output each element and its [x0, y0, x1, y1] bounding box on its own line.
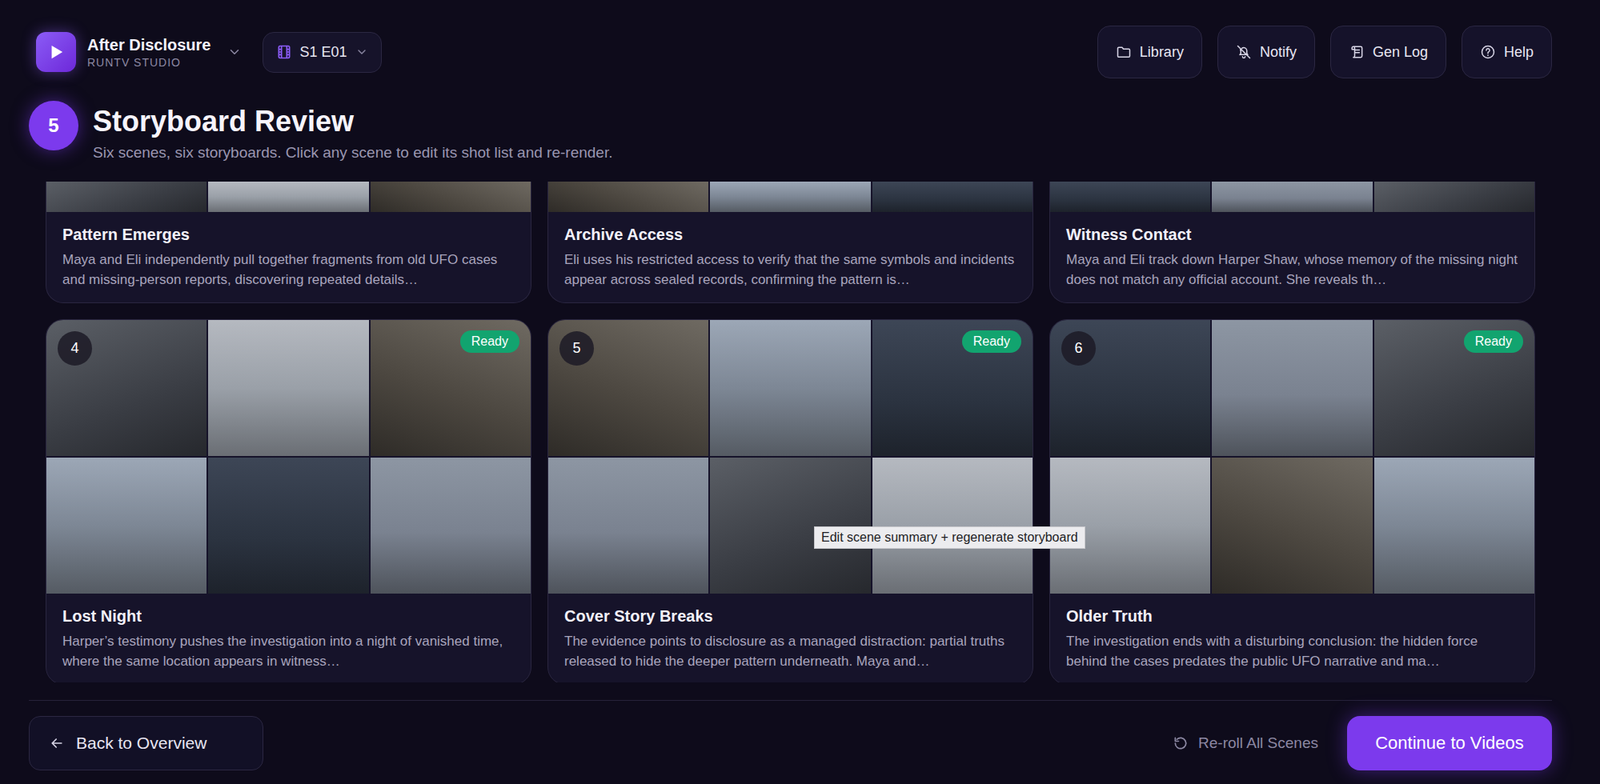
folder-icon — [1115, 44, 1132, 61]
toolbar-button-label: Library — [1139, 44, 1184, 61]
storyboard-grid: 5 Ready — [548, 320, 1033, 594]
scene-title: Witness Contact — [1066, 224, 1519, 245]
reroll-button[interactable]: Re-roll All Scenes — [1167, 733, 1324, 754]
step-badge: 5 — [28, 100, 79, 151]
toolbar-button[interactable]: Library — [1097, 25, 1203, 79]
scene-title: Older Truth — [1066, 606, 1519, 626]
project-switcher[interactable]: After DisclosureRUNTV STUDIO — [36, 32, 242, 73]
storyboard-frame — [709, 320, 871, 457]
toolbar-button[interactable]: Gen Log — [1330, 25, 1447, 79]
scene-list[interactable]: Pattern Emerges Maya and Eli independentl… — [45, 181, 1536, 683]
storyboard-frame — [46, 181, 207, 213]
storyboard-frame — [548, 181, 709, 213]
toolbar-button-label: Gen Log — [1372, 44, 1428, 61]
storyboard-frame — [1374, 457, 1535, 594]
scene-card[interactable]: 5 Ready Cover Story Breaks The evidence poi… — [547, 319, 1034, 683]
storyboard-frame — [1050, 181, 1211, 213]
storyboard-frame — [370, 457, 531, 594]
storyboard-frame — [872, 457, 1033, 594]
scene-card[interactable]: Archive Access Eli uses his restricted ac… — [547, 181, 1034, 304]
back-button[interactable]: Back to Overview — [28, 716, 264, 771]
page-subtitle: Six scenes, six storyboards. Click any s… — [92, 143, 613, 164]
storyboard-strip — [1050, 181, 1535, 213]
status-badge: Ready — [460, 330, 520, 353]
episode-selector[interactable]: S1 E01 — [262, 32, 382, 73]
toolbar-button[interactable]: Help — [1461, 25, 1552, 79]
storyboard-frame — [1374, 181, 1535, 213]
storyboard-frame — [208, 181, 369, 213]
scene-summary: Harper’s testimony pushes the investigat… — [62, 632, 515, 672]
scene-title: Lost Night — [62, 606, 515, 626]
toolbar: Library Notify Gen Log Help — [1097, 25, 1552, 79]
scene-summary: Maya and Eli independently pull together… — [62, 250, 515, 290]
project-title: After Disclosure — [87, 36, 212, 55]
storyboard-frame — [872, 181, 1033, 213]
scroll-log-icon — [1348, 44, 1365, 61]
storyboard-frame — [1211, 320, 1372, 457]
scene-summary: Eli uses his restricted access to verify… — [564, 250, 1017, 290]
storyboard-frame — [1050, 457, 1211, 594]
step-heading: 5 Storyboard Review Six scenes, six storyb… — [28, 100, 1600, 164]
chevron-down-icon — [355, 45, 369, 59]
storyboard-frame — [370, 181, 531, 213]
scene-card[interactable]: 6 Ready Older Truth The investigation ends … — [1049, 319, 1536, 683]
storyboard-review-page: After DisclosureRUNTV STUDIO S1 E01 Librar… — [0, 0, 1600, 784]
storyboard-frame — [1211, 181, 1372, 213]
scene-card[interactable]: Pattern Emerges Maya and Eli independentl… — [45, 181, 532, 304]
studio-name: RUNTV STUDIO — [87, 56, 212, 69]
scene-card[interactable]: 4 Ready Lost Night Harper’s testimony pushe… — [45, 319, 532, 683]
scene-title: Cover Story Breaks — [564, 606, 1017, 626]
refresh-icon — [1172, 735, 1189, 752]
chevron-down-icon — [227, 44, 242, 60]
bell-off-icon — [1235, 44, 1252, 61]
toolbar-button[interactable]: Notify — [1217, 25, 1316, 79]
storyboard-frame — [1211, 457, 1372, 594]
storyboard-grid: 6 Ready — [1050, 320, 1535, 594]
toolbar-button-label: Notify — [1259, 44, 1297, 61]
footer-bar: Back to Overview Re-roll All Scenes Contin… — [28, 700, 1552, 784]
storyboard-frame — [208, 320, 369, 457]
storyboard-strip — [548, 181, 1033, 213]
scene-summary: Maya and Eli track down Harper Shaw, who… — [1066, 250, 1519, 290]
toolbar-button-label: Help — [1503, 44, 1534, 61]
status-badge: Ready — [1463, 330, 1524, 353]
scene-title: Pattern Emerges — [62, 224, 515, 245]
scene-summary: The investigation ends with a disturbing… — [1066, 632, 1519, 672]
storyboard-frame — [208, 457, 369, 594]
help-circle-icon — [1479, 44, 1496, 61]
arrow-left-icon — [48, 735, 65, 752]
app-header: After DisclosureRUNTV STUDIO S1 E01 Librar… — [0, 0, 1600, 79]
scene-number: 5 — [559, 331, 594, 366]
continue-button[interactable]: Continue to Videos — [1347, 716, 1552, 771]
scene-number: 6 — [1061, 331, 1096, 366]
page-title: Storyboard Review — [92, 104, 613, 139]
status-badge: Ready — [962, 330, 1022, 353]
film-icon — [276, 44, 293, 61]
storyboard-grid: 4 Ready — [46, 320, 531, 594]
episode-label: S1 E01 — [300, 44, 348, 61]
storyboard-frame — [548, 457, 709, 594]
scene-number: 4 — [57, 331, 93, 366]
storyboard-frame — [46, 457, 207, 594]
scene-title: Archive Access — [564, 224, 1017, 245]
storyboard-frame — [709, 181, 871, 213]
storyboard-strip — [46, 181, 531, 213]
scene-card[interactable]: Witness Contact Maya and Eli track down H… — [1049, 181, 1536, 304]
tooltip: Edit scene summary + regenerate storyboa… — [814, 526, 1086, 550]
play-logo-icon — [36, 32, 77, 73]
scene-summary: The evidence points to disclosure as a m… — [564, 632, 1017, 672]
storyboard-frame — [709, 457, 871, 594]
